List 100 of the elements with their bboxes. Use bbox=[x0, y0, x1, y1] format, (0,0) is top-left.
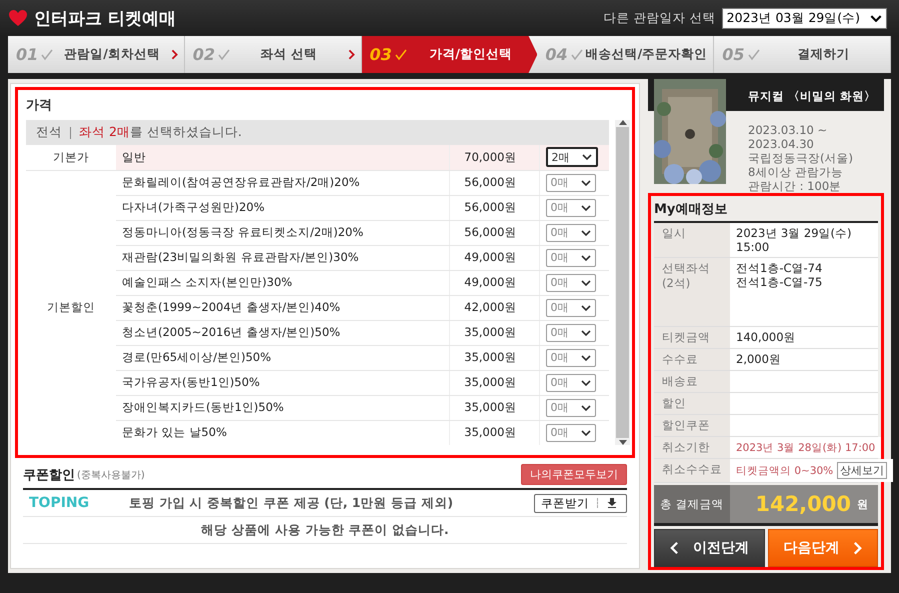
info-value: 전석1층-C열-74 bbox=[736, 261, 824, 275]
total-amount: 142,000 bbox=[755, 492, 851, 516]
info-value: 2023년 3월 29일(수) 15:00 bbox=[736, 226, 853, 254]
info-label: 수수료 bbox=[662, 352, 699, 367]
details-button[interactable]: 상세보기 bbox=[837, 462, 888, 479]
scroll-up-icon[interactable] bbox=[618, 120, 626, 125]
price-name[interactable]: 꽃청춘(1999~2004년 출생자/본인)40% bbox=[116, 295, 449, 320]
empty-message: 해당 상품에 사용 가능한 쿠폰이 없습니다. bbox=[201, 522, 449, 538]
caret-icon bbox=[580, 254, 590, 260]
price-name[interactable]: 장애인복지카드(동반1인)50% bbox=[116, 395, 449, 420]
check-icon bbox=[748, 48, 760, 60]
price-group: 기본가 bbox=[26, 145, 116, 170]
price-amount: 35,000원 bbox=[449, 370, 539, 395]
info-label: 티켓금액 bbox=[662, 330, 711, 345]
scroll-down-icon[interactable] bbox=[618, 440, 626, 445]
price-amount: 42,000원 bbox=[449, 295, 539, 320]
price-amount: 56,000원 bbox=[449, 220, 539, 245]
quantity-select[interactable]: 2매 bbox=[546, 147, 598, 168]
price-name[interactable]: 재관람(23비밀의화원 유료관람자/본인)30% bbox=[116, 245, 449, 270]
quantity-select[interactable]: 0매 bbox=[546, 398, 596, 416]
total-label: 총 결제금액 bbox=[654, 485, 730, 523]
price-name[interactable]: 청소년(2005~2016년 출생자/본인)50% bbox=[116, 320, 449, 345]
quantity-select[interactable]: 0매 bbox=[546, 298, 596, 316]
price-amount: 56,000원 bbox=[449, 195, 539, 220]
quantity-select[interactable]: 0매 bbox=[546, 374, 596, 392]
chevron-icon bbox=[170, 48, 178, 60]
step-tab[interactable]: 03 가격/할인선택 bbox=[362, 36, 538, 73]
get-coupon-button[interactable]: 쿠폰받기 bbox=[534, 494, 627, 512]
scrollbar[interactable] bbox=[615, 120, 630, 445]
price-amount: 35,000원 bbox=[449, 320, 539, 345]
date-select[interactable]: 2023년 03월 29일(수) bbox=[722, 8, 887, 28]
caret-icon bbox=[580, 280, 590, 286]
caret-icon bbox=[580, 430, 590, 436]
show-info: 2023.04.30 bbox=[748, 137, 815, 151]
quantity-select[interactable]: 0매 bbox=[546, 424, 596, 442]
show-info: 2023.03.10 ~ bbox=[748, 123, 828, 137]
price-name[interactable]: 국가유공자(동반1인)50% bbox=[116, 370, 449, 395]
quantity-select[interactable]: 0매 bbox=[546, 274, 596, 292]
quantity-select[interactable]: 0매 bbox=[546, 224, 596, 242]
price-amount: 49,000원 bbox=[449, 245, 539, 270]
quantity-select[interactable]: 0매 bbox=[546, 348, 596, 366]
caret-icon bbox=[580, 204, 590, 210]
price-amount: 35,000원 bbox=[449, 345, 539, 370]
quantity-select[interactable]: 0매 bbox=[546, 198, 596, 216]
price-name[interactable]: 경로(만65세이상/본인)50% bbox=[116, 345, 449, 370]
step-tab[interactable]: 05 결제하기 bbox=[714, 36, 892, 73]
show-title: 뮤지컬 〈비밀의 화원〉 bbox=[748, 88, 878, 104]
info-value: 전석1층-C열-75 bbox=[736, 275, 824, 289]
price-name[interactable]: 일반 bbox=[116, 145, 449, 170]
site-logo[interactable]: 인터파크 티켓예매 bbox=[34, 6, 176, 30]
price-name[interactable]: 예술인패스 소지자(본인만)30% bbox=[116, 270, 449, 295]
price-amount: 56,000원 bbox=[449, 170, 539, 195]
section-title: 가격 bbox=[26, 97, 53, 114]
quantity-select[interactable]: 0매 bbox=[546, 174, 596, 192]
price-name[interactable]: 다자녀(가족구성원만)20% bbox=[116, 195, 449, 220]
price-name[interactable]: 문화릴레이(참여공연장유료관람자/2매)20% bbox=[116, 170, 449, 195]
currency-unit: 원 bbox=[857, 496, 868, 512]
check-icon bbox=[218, 48, 230, 60]
price-name[interactable]: 문화가 있는 날50% bbox=[116, 420, 449, 445]
info-value: 2023년 3월 28일(화) 17:00 bbox=[736, 440, 876, 454]
quantity-select[interactable]: 0매 bbox=[546, 248, 596, 266]
caret-icon bbox=[580, 230, 590, 236]
view-coupons-button[interactable]: 나의쿠폰모두보기 bbox=[521, 464, 627, 485]
caret-icon bbox=[870, 14, 882, 22]
info-value: 140,000원 bbox=[736, 330, 797, 344]
step-tab[interactable]: 01 관람일/회차선택 bbox=[8, 36, 185, 73]
coupon-note: (중복사용불가) bbox=[77, 468, 145, 482]
price-amount: 49,000원 bbox=[449, 270, 539, 295]
brand-logo: TOPING bbox=[28, 495, 90, 511]
chevron-icon bbox=[853, 540, 862, 556]
caret-icon bbox=[580, 304, 590, 310]
info-label: 할인쿠폰 bbox=[662, 418, 711, 433]
check-icon bbox=[41, 48, 54, 60]
date-label: 다른 관람일자 선택 bbox=[604, 10, 716, 26]
coupon-offer: 토핑 가입 시 중복할인 쿠폰 제공 (단, 1만원 등급 제외) bbox=[129, 494, 454, 512]
info-value: 티켓금액의 0~30% bbox=[736, 464, 834, 478]
price-amount: 35,000원 bbox=[449, 395, 539, 420]
check-icon bbox=[394, 48, 407, 60]
check-icon bbox=[570, 48, 583, 60]
seat-grade: 전석 bbox=[36, 124, 62, 141]
show-info: 국립정동극장(서울) bbox=[748, 151, 854, 165]
price-amount: 70,000원 bbox=[449, 145, 539, 170]
info-label: 배송료 bbox=[662, 374, 699, 389]
info-label: 일시 bbox=[662, 226, 687, 241]
quantity-select[interactable]: 0매 bbox=[546, 324, 596, 342]
caret-icon bbox=[580, 404, 590, 410]
info-label: (2석) bbox=[662, 276, 692, 291]
info-label: 선택좌석 bbox=[662, 261, 711, 276]
show-info: 8세이상 관람가능 bbox=[748, 165, 844, 179]
info-value: 2,000원 bbox=[736, 352, 782, 366]
caret-icon bbox=[580, 180, 590, 186]
info-label: 취소기한 bbox=[662, 440, 711, 455]
price-name[interactable]: 정동마니아(정동극장 유료티켓소지/2매)20% bbox=[116, 220, 449, 245]
previous-step-button[interactable]: 이전단계 bbox=[654, 529, 764, 567]
step-tab[interactable]: 04 배송선택/주문자확인 bbox=[537, 36, 714, 73]
chevron-icon bbox=[348, 48, 355, 60]
caret-icon bbox=[580, 380, 590, 386]
heart-icon bbox=[8, 9, 28, 27]
caret-icon bbox=[580, 330, 590, 336]
selection-notice: 좌석 2매 를 선택하셨습니다. bbox=[79, 124, 242, 141]
